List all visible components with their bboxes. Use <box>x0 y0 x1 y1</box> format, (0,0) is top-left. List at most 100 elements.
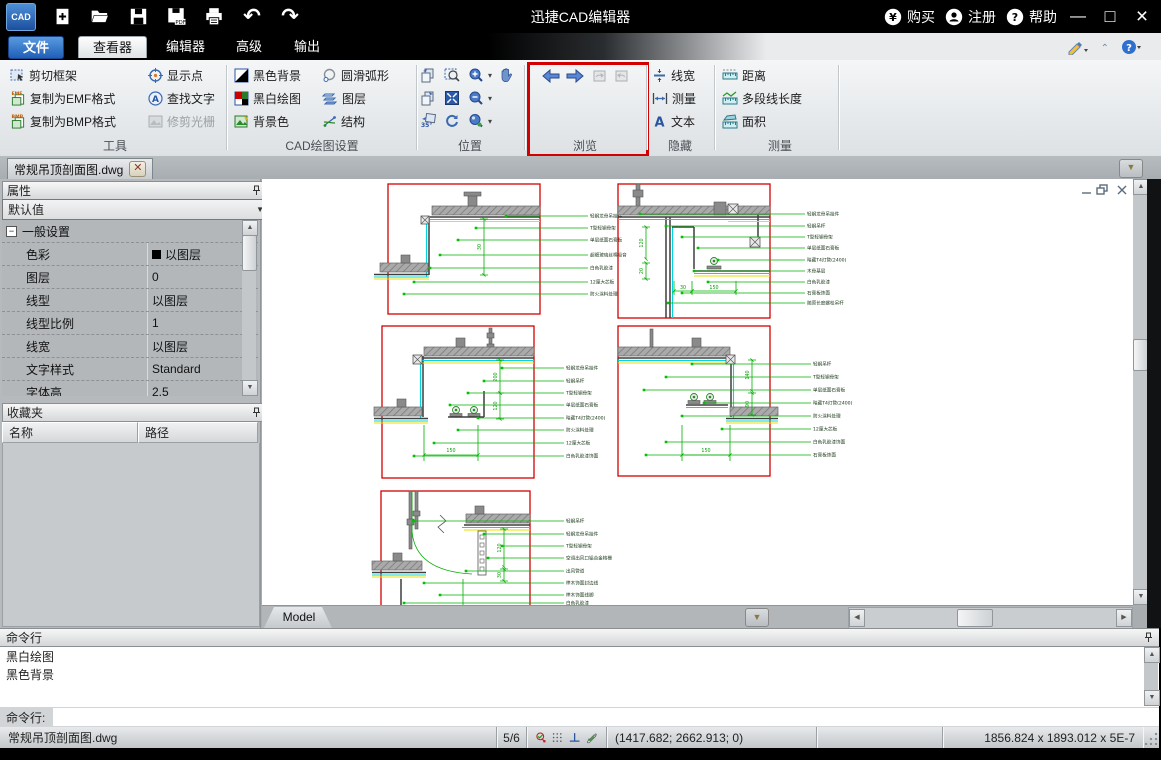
zoom-out-button[interactable]: ▾ <box>468 88 492 108</box>
scroll-right-arrow[interactable]: ▶ <box>1116 609 1132 627</box>
maximize-button[interactable]: □ <box>1099 6 1121 27</box>
next-view-button[interactable] <box>420 88 436 108</box>
pin-icon[interactable] <box>252 185 261 196</box>
draft-toggle-icon[interactable] <box>586 731 598 745</box>
cut-frame-button[interactable]: 剪切框架 <box>10 65 77 85</box>
property-row-layer[interactable]: 图层0 <box>2 266 258 289</box>
tab-advanced[interactable]: 高级 <box>222 36 276 57</box>
properties-scrollbar[interactable]: ▲ ▼ <box>242 220 256 396</box>
ribbon-help-button[interactable]: ? <box>1121 39 1143 58</box>
pin-icon[interactable] <box>252 407 261 418</box>
buy-button[interactable]: ¥购买 <box>884 7 935 27</box>
property-row-linetype[interactable]: 线型以图层 <box>2 289 258 312</box>
resize-grip[interactable] <box>1145 731 1159 745</box>
scroll-up-arrow[interactable]: ▲ <box>1144 647 1160 663</box>
previous-view-button[interactable] <box>420 65 436 85</box>
rotate-35-button[interactable]: 35° <box>420 111 436 131</box>
property-row-ltscale[interactable]: 线型比例1 <box>2 312 258 335</box>
smooth-arc-button[interactable]: 圆滑弧形 <box>322 65 389 85</box>
mdi-window-controls[interactable] <box>1082 185 1126 194</box>
scrollbar-thumb[interactable] <box>1133 339 1148 371</box>
property-row-textheight[interactable]: 字体高2.5 <box>2 381 258 396</box>
hide-measure-button[interactable]: 测量 <box>652 88 696 108</box>
layers-button[interactable]: 图层 <box>322 88 366 108</box>
hide-lineweight-button[interactable]: 线宽 <box>652 65 695 85</box>
save-as-pdf-icon: PDF <box>166 7 186 26</box>
snap-toggle-icon[interactable] <box>535 730 546 745</box>
favorites-col-name[interactable]: 名称 <box>2 422 138 443</box>
scroll-down-arrow[interactable]: ▼ <box>1144 690 1160 706</box>
pan-button[interactable] <box>498 65 514 85</box>
copy-emf-button[interactable]: EMF复制为EMF格式 <box>10 88 115 108</box>
scrollbar-thumb[interactable] <box>957 609 993 627</box>
measure-distance-button[interactable]: 距离 <box>722 65 766 85</box>
save-button[interactable] <box>126 5 150 29</box>
tab-file[interactable]: 文件 <box>8 36 64 59</box>
detail-4: 140 90 150 轻钢吊杆 T型轻钢骨架 单层纸面石膏板 暗藏T4灯管(24… <box>618 326 853 476</box>
open-file-button[interactable] <box>88 5 112 29</box>
scroll-up-arrow[interactable]: ▲ <box>242 220 258 236</box>
save-as-pdf-button[interactable]: PDF <box>164 5 188 29</box>
register-button[interactable]: 注册 <box>945 7 996 27</box>
minimize-button[interactable]: — <box>1067 8 1089 26</box>
undo-button[interactable]: ↶ <box>240 5 264 29</box>
command-history-scrollbar[interactable]: ▲ ▼ <box>1144 647 1158 706</box>
tab-viewer[interactable]: 查看器 <box>78 36 147 58</box>
zoom-in-button[interactable]: ▾ <box>468 65 492 85</box>
scroll-left-arrow[interactable]: ◀ <box>849 609 865 627</box>
find-text-button[interactable]: A查找文字 <box>148 88 215 108</box>
command-input[interactable] <box>53 708 1159 726</box>
zoom-window-button[interactable] <box>444 65 460 85</box>
grid-toggle-icon[interactable] <box>552 731 562 744</box>
pin-icon[interactable] <box>1144 632 1153 643</box>
show-points-button[interactable]: 显示点 <box>148 65 203 85</box>
command-history[interactable]: 黑白绘图 黑色背景 ▲ ▼ <box>0 647 1159 708</box>
group-separator <box>226 65 227 150</box>
print-button[interactable] <box>202 5 226 29</box>
app-logo-icon[interactable]: CAD <box>6 3 36 31</box>
bw-drawing-button[interactable]: 黑白绘图 <box>234 88 301 108</box>
document-tab-close-icon[interactable]: ✕ <box>129 161 146 177</box>
scroll-down-arrow[interactable]: ▼ <box>242 380 258 396</box>
structure-button[interactable]: 结构 <box>322 111 365 131</box>
help-button[interactable]: ?帮助 <box>1006 7 1057 27</box>
command-panel-header[interactable]: 命令行 <box>0 628 1159 647</box>
hide-text-button[interactable]: A文本 <box>652 111 695 131</box>
zoom-extents-button[interactable] <box>444 88 460 108</box>
new-file-button[interactable] <box>50 5 74 29</box>
ortho-toggle-icon[interactable] <box>569 731 580 744</box>
trim-raster-button[interactable]: 修剪光栅 <box>148 111 215 131</box>
property-row-color[interactable]: 色彩以图层 <box>2 243 258 266</box>
tab-editor[interactable]: 编辑器 <box>152 36 219 57</box>
copy-bmp-button[interactable]: BMP复制为BMP格式 <box>10 111 116 131</box>
favorites-list-empty[interactable] <box>2 443 260 627</box>
property-section-row[interactable]: − 一般设置 <box>2 220 258 243</box>
favorites-header[interactable]: 收藏夹 <box>2 403 266 422</box>
property-row-lineweight[interactable]: 线宽以图层 <box>2 335 258 358</box>
canvas-vertical-scrollbar[interactable]: ▲ ▼ <box>1133 179 1147 605</box>
favorites-col-path[interactable]: 路径 <box>138 422 258 443</box>
canvas-horizontal-scrollbar[interactable]: ◀ ▶ <box>848 607 1133 629</box>
collapse-minus-icon[interactable]: − <box>6 226 17 237</box>
measure-area-button[interactable]: 面积 <box>722 111 766 131</box>
close-button[interactable]: × <box>1131 5 1153 29</box>
scrollbar-thumb[interactable] <box>242 235 257 271</box>
property-row-textstyle[interactable]: 文字样式Standard <box>2 358 258 381</box>
tab-list-dropdown-button[interactable]: ▼ <box>1119 159 1143 178</box>
svg-text:?: ? <box>1126 43 1132 54</box>
zoom-scale-button[interactable]: ▾ <box>468 111 492 131</box>
background-color-button[interactable]: 背景色 <box>234 111 289 131</box>
properties-header[interactable]: 属性 <box>2 181 266 200</box>
collapse-ribbon-button[interactable]: ⌃ <box>1101 43 1109 54</box>
redo-button[interactable]: ↷ <box>278 5 302 29</box>
document-tab[interactable]: 常规吊顶剖面图.dwg ✕ <box>7 158 153 179</box>
black-background-button[interactable]: 黑色背景 <box>234 65 301 85</box>
property-preset-select[interactable]: 默认值 ▼ <box>2 199 270 220</box>
model-tab[interactable]: Model <box>264 607 334 628</box>
customize-toolbar-button[interactable] <box>1067 40 1089 58</box>
drawing-canvas[interactable]: .rb{fill:none;stroke:#d20000;stroke-widt… <box>262 179 1133 605</box>
tab-output[interactable]: 输出 <box>280 36 334 57</box>
measure-polyline-button[interactable]: 多段线长度 <box>722 88 802 108</box>
regen-button[interactable] <box>444 111 460 131</box>
layout-list-dropdown-button[interactable]: ▼ <box>745 608 769 627</box>
